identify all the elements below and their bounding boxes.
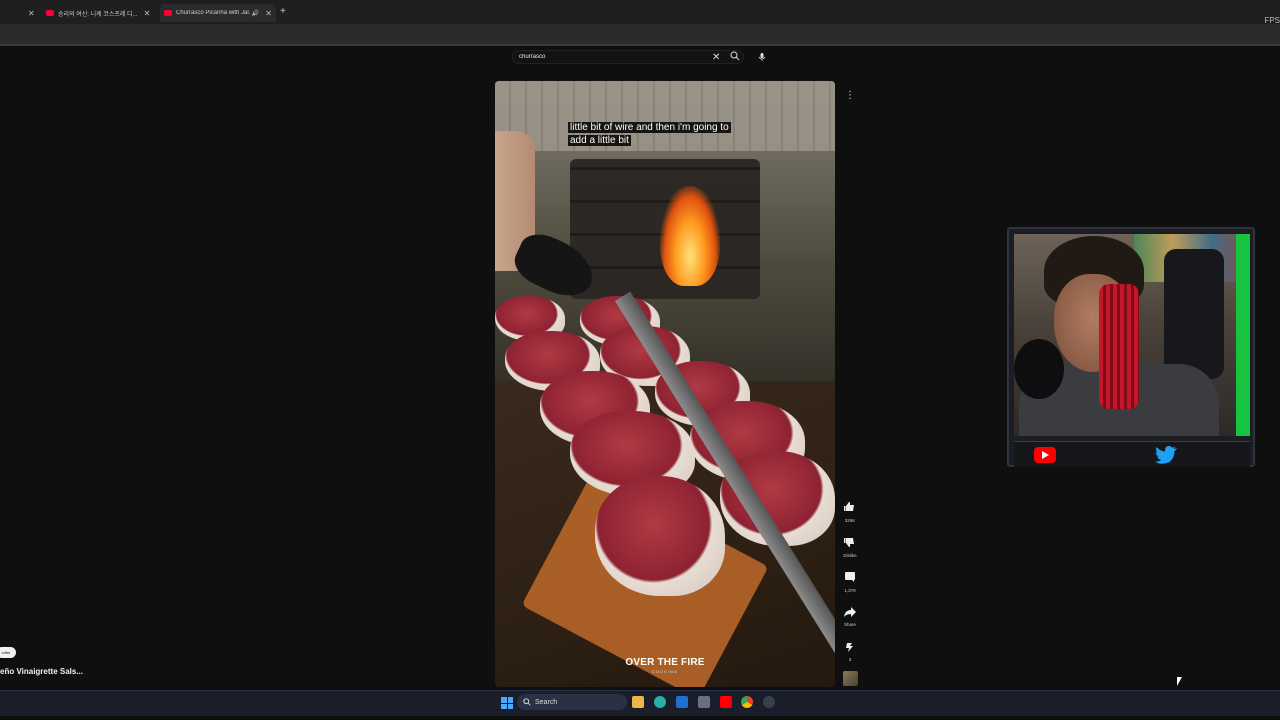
close-icon[interactable]: ✕ [28,9,35,18]
thumb-down-icon[interactable] [842,535,858,549]
search-input[interactable] [519,54,709,60]
windows-start-icon[interactable] [501,697,513,709]
chrome-icon[interactable] [741,696,753,708]
remix-icon[interactable] [842,640,858,654]
subscribe-button[interactable]: cribe [0,647,16,658]
video-title[interactable]: eño Vinaigrette Sals... [0,667,83,676]
video-watermark-sub: COOKING [652,669,678,674]
new-tab-button[interactable]: + [280,6,286,17]
shorts-video-player[interactable] [495,81,835,687]
edge-browser-icon[interactable] [654,696,666,708]
taskbar-search[interactable]: Search [517,694,627,710]
video-meat [595,476,725,596]
close-icon[interactable]: ✕ [265,9,272,18]
video-caption: little bit of wire and then i'm going to… [568,121,758,147]
browser-tabbar: ✕ 승리의 여신: 니케 코스프레 디... ✕ Churrasco Pican… [0,0,1280,25]
taskbar-search-label: Search [535,698,558,706]
browser-toolbar [0,24,1280,46]
webcam-feed [1014,234,1250,436]
webcam-chair [1164,249,1224,379]
outlook-icon[interactable] [676,696,688,708]
share-label: Share [843,622,856,627]
search-icon[interactable] [730,51,740,61]
dislike-label: Dislike [843,553,857,558]
search-icon [523,698,531,706]
youtube-favicon-icon [164,10,172,16]
twitter-logo-icon [1155,446,1177,464]
thumb-up-icon[interactable] [842,500,858,514]
caption-line-1: little bit of wire and then i'm going to [568,122,731,133]
file-explorer-icon[interactable] [632,696,644,708]
browser-tab-2-label: 승리의 여신: 니케 코스프레 디... [58,11,138,18]
youtube-logo-icon [1034,447,1056,463]
share-icon[interactable] [842,605,858,619]
caption-line-2: add a little bit [568,135,631,146]
remix-count: 3 [848,657,852,662]
browser-tab-3-label: Churrasco Picanha with Jal... [176,10,250,16]
search-box[interactable] [512,50,744,64]
video-fire [660,186,720,286]
close-icon[interactable]: ✕ [712,52,720,63]
video-watermark: OVER THE FIRE [625,657,705,668]
browser-tab-2[interactable]: 승리의 여신: 니케 코스프레 디... ✕ [46,4,154,22]
mouse-cursor-icon [1177,677,1182,686]
youtube-favicon-icon [46,10,54,16]
settings-icon[interactable] [763,696,775,708]
screen: ✕ 승리의 여신: 니케 코스프레 디... ✕ Churrasco Pican… [0,0,1280,720]
comment-icon[interactable] [842,570,858,584]
webcam-green-screen [1236,234,1250,436]
more-vert-icon[interactable]: ⋮ [843,89,857,103]
like-count: 326K [844,518,856,523]
youtube-app-icon[interactable] [720,696,732,708]
webcam-streamer-dreads [1099,284,1139,409]
browser-tab-3[interactable]: Churrasco Picanha with Jal... 🔊 ✕ [160,4,276,22]
speaker-icon[interactable]: 🔊 [252,10,259,17]
webcam-microphone [1014,339,1064,399]
sound-thumbnail[interactable] [843,671,858,686]
store-icon[interactable] [698,696,710,708]
comment-count: 1,379 [844,588,856,593]
close-icon[interactable]: ✕ [144,9,151,18]
mic-icon[interactable] [756,51,768,63]
browser-tab-1[interactable]: ✕ [22,4,35,22]
